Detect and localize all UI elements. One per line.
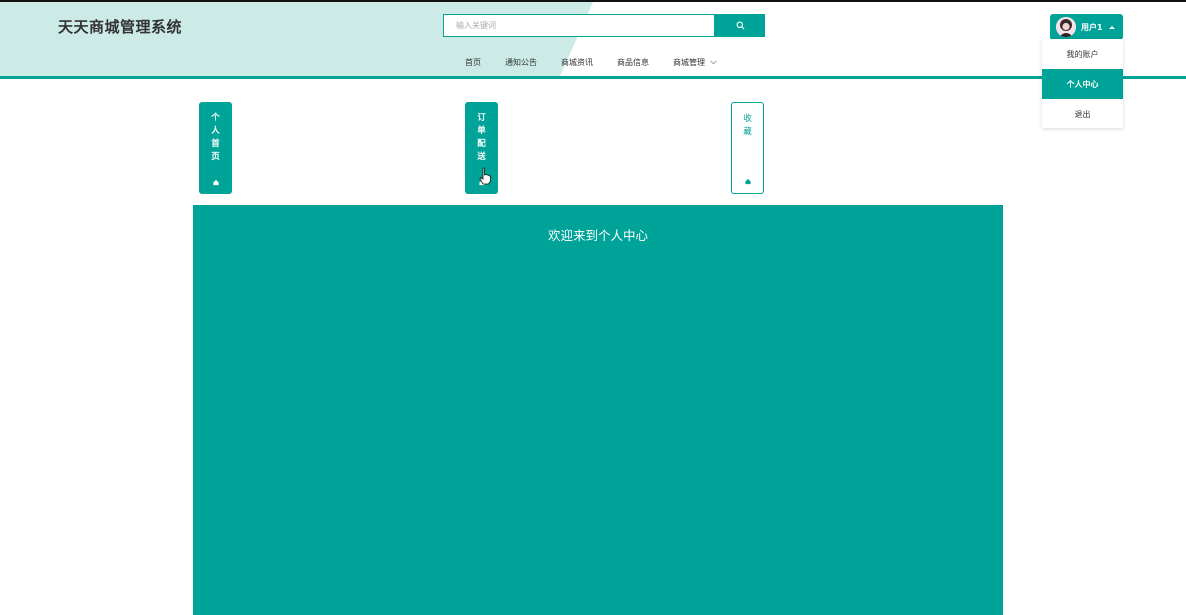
search-bar bbox=[443, 14, 765, 37]
card-personal-home[interactable]: 个人首页 bbox=[199, 102, 232, 194]
menu-item-personal-center[interactable]: 个人中心 bbox=[1042, 69, 1123, 99]
nav-news[interactable]: 商城资讯 bbox=[561, 57, 593, 68]
home-icon bbox=[212, 179, 219, 186]
user-menu-button[interactable]: 用户1 bbox=[1050, 14, 1123, 40]
card-favorites[interactable]: 收藏 bbox=[731, 102, 764, 194]
welcome-message: 欢迎来到个人中心 bbox=[547, 228, 648, 243]
main-nav: 首页 通知公告 商城资讯 商品信息 商城管理 bbox=[465, 57, 717, 68]
chevron-down-icon bbox=[710, 60, 717, 65]
site-title: 天天商城管理系统 bbox=[58, 18, 183, 36]
hand-cursor-icon bbox=[479, 167, 491, 185]
caret-up-icon bbox=[1108, 25, 1115, 29]
card-label: 订单配送 bbox=[477, 113, 486, 162]
menu-item-logout[interactable]: 退出 bbox=[1042, 99, 1123, 129]
search-icon bbox=[736, 21, 744, 30]
search-button[interactable] bbox=[715, 14, 765, 37]
nav-notices[interactable]: 通知公告 bbox=[505, 57, 537, 68]
avatar bbox=[1056, 17, 1076, 37]
username: 用户1 bbox=[1081, 22, 1103, 32]
card-label: 个人首页 bbox=[211, 113, 220, 162]
personal-center-panel: 欢迎来到个人中心 bbox=[193, 205, 1003, 615]
user-dropdown: 我的账户 个人中心 退出 bbox=[1042, 39, 1123, 128]
nav-management-label: 商城管理 bbox=[673, 58, 705, 67]
nav-home[interactable]: 首页 bbox=[465, 57, 481, 68]
search-input[interactable] bbox=[443, 14, 715, 37]
home-icon bbox=[744, 178, 751, 185]
card-label: 收藏 bbox=[743, 114, 752, 137]
nav-products[interactable]: 商品信息 bbox=[617, 57, 649, 68]
header-divider bbox=[0, 76, 1186, 79]
header: 天天商城管理系统 首页 通知公告 商城资讯 商品信息 商城管理 bbox=[0, 2, 1186, 79]
menu-item-my-account[interactable]: 我的账户 bbox=[1042, 39, 1123, 69]
nav-management[interactable]: 商城管理 bbox=[673, 57, 717, 68]
